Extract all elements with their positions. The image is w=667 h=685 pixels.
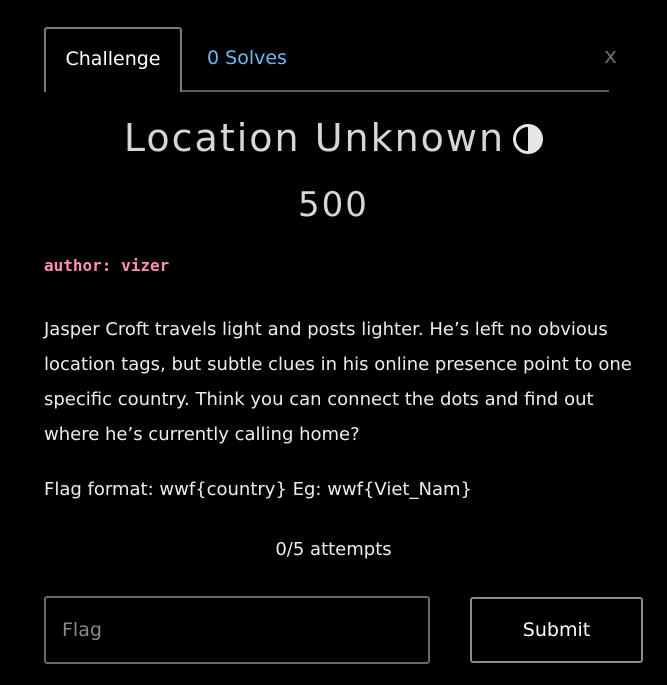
close-button[interactable]: x	[604, 44, 617, 69]
challenge-tabs: Challenge 0 Solves	[44, 27, 609, 92]
half-circle-icon	[513, 124, 544, 154]
tab-solves[interactable]: 0 Solves	[207, 28, 287, 88]
challenge-title-text: Location Unknown	[123, 116, 506, 160]
attempts-counter: 0/5 attempts	[275, 539, 392, 560]
challenge-author: author: vizer	[44, 256, 170, 275]
tab-challenge[interactable]: Challenge	[44, 27, 182, 92]
challenge-points: 500	[298, 185, 369, 225]
challenge-description: Jasper Croft travels light and posts lig…	[44, 319, 632, 445]
submit-button[interactable]: Submit	[470, 597, 643, 663]
flag-format-hint: Flag format: wwf{country} Eg: wwf{Viet_N…	[44, 479, 472, 500]
flag-input[interactable]	[44, 596, 430, 664]
challenge-title: Location Unknown	[0, 116, 667, 160]
